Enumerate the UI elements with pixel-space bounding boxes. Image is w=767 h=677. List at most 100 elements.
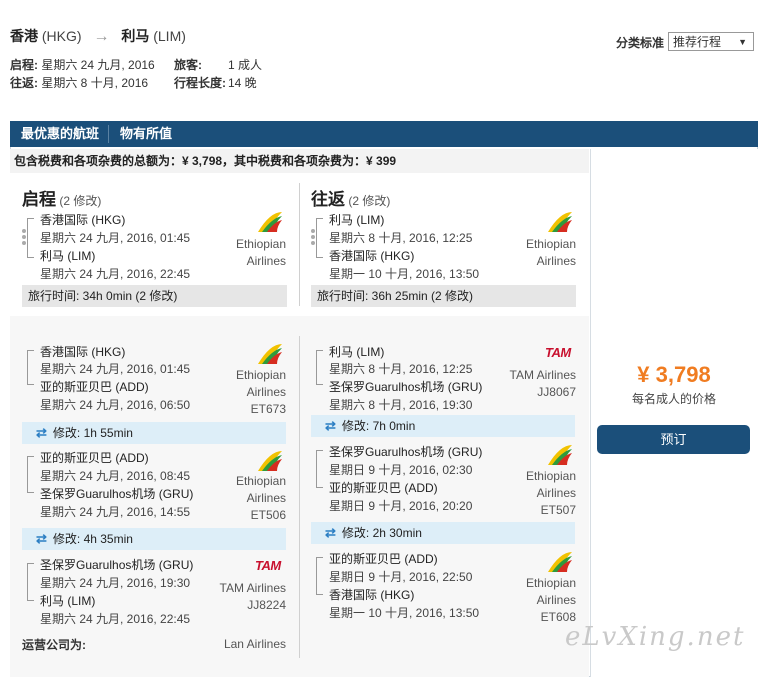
ret-seg2-to: 亚的斯亚贝巴 (ADD) xyxy=(329,481,438,495)
origin-code: (HKG) xyxy=(41,28,82,44)
out-seg3-to: 利马 (LIM) xyxy=(40,594,96,608)
route-connector-icon xyxy=(27,218,34,258)
return-info: 往返: 星期六 8 十月, 2016 xyxy=(10,74,148,91)
ret-seg2-from: 圣保罗Guarulhos机场 (GRU) xyxy=(329,445,483,459)
ret-seg3-airline: Ethiopian Airlines ET608 xyxy=(525,576,576,624)
dest-code: (LIM) xyxy=(153,28,186,44)
origin-city: 香港 xyxy=(10,28,38,44)
summary-outbound-to-time: 星期六 24 九月, 2016, 22:45 xyxy=(40,267,191,281)
out-seg2-arr: 星期六 24 九月, 2016, 14:55 xyxy=(40,505,191,519)
ret-layover-1: ⇄ 修改: 7h 0min xyxy=(311,415,575,437)
tab-bar: 最优惠的航班 物有所值 xyxy=(10,121,758,147)
details-divider xyxy=(299,336,300,658)
ret-seg1-dep: 星期六 8 十月, 2016, 12:25 xyxy=(329,362,473,376)
price-summary: 包含税费和各项杂费的总额为：¥ 3,798，其中税费和各项杂费为：¥ 399 xyxy=(10,149,589,173)
out-seg1-airline: Ethiopian Airlines ET673 xyxy=(235,368,286,416)
summary-outbound-title: 启程 xyxy=(22,190,56,209)
route-title: 香港 (HKG) → 利马 (LIM) xyxy=(10,26,186,46)
summary-outbound-to: 利马 (LIM) xyxy=(40,249,96,263)
out-seg3-dep: 星期六 24 九月, 2016, 19:30 xyxy=(40,576,191,590)
trip-length-label: 行程长度: xyxy=(174,76,226,90)
out-seg2-dep: 星期六 24 九月, 2016, 08:45 xyxy=(40,469,191,483)
ethiopian-logo-icon xyxy=(546,443,574,470)
sort-select-value: 推荐行程 xyxy=(673,35,722,49)
summary-return-airline: Ethiopian Airlines xyxy=(525,237,576,268)
segment-connector-icon xyxy=(27,456,34,493)
chevron-down-icon: ▼ xyxy=(738,37,747,47)
tam-logo-icon: TAM xyxy=(545,345,571,360)
book-button[interactable]: 预订 xyxy=(597,425,750,454)
ethiopian-logo-icon xyxy=(546,210,574,237)
ret-seg1-arr: 星期六 8 十月, 2016, 19:30 xyxy=(329,398,473,412)
route-arrow-icon: → xyxy=(93,28,110,45)
out-seg1-arr: 星期六 24 九月, 2016, 06:50 xyxy=(40,398,191,412)
ret-seg1-to: 圣保罗Guarulhos机场 (GRU) xyxy=(329,380,483,394)
segment-connector-icon xyxy=(316,450,323,488)
out-seg2-to: 圣保罗Guarulhos机场 (GRU) xyxy=(40,487,194,501)
summary-outbound-stops: (2 修改) xyxy=(59,194,102,208)
out-seg2-from: 亚的斯亚贝巴 (ADD) xyxy=(40,451,149,465)
out-layover-1: ⇄ 修改: 1h 55min xyxy=(22,422,286,444)
sort-select[interactable]: 推荐行程 ▼ xyxy=(668,32,754,51)
trip-length-value: 14 晚 xyxy=(228,76,257,90)
tab-cheapest[interactable]: 最优惠的航班 xyxy=(21,121,99,147)
ret-seg3-arr: 星期一 10 十月, 2016, 13:50 xyxy=(329,606,480,620)
ethiopian-logo-icon xyxy=(546,550,574,577)
depart-info: 启程: 星期六 24 九月, 2016 xyxy=(10,56,155,73)
summary-return-heading: 往返 (2 修改) xyxy=(311,185,390,210)
ret-seg3-dep: 星期日 9 十月, 2016, 22:50 xyxy=(329,570,473,584)
stops-dots-icon xyxy=(22,229,26,247)
change-icon: ⇄ xyxy=(325,525,336,540)
summary-return-title: 往返 xyxy=(311,190,345,209)
operated-by-label: 运营公司为: xyxy=(22,638,86,652)
ethiopian-logo-icon xyxy=(256,210,284,237)
operated-by-value: Lan Airlines xyxy=(223,637,286,651)
summary-return-to: 香港国际 (HKG) xyxy=(329,249,415,263)
depart-date: 星期六 24 九月, 2016 xyxy=(41,58,155,72)
segment-connector-icon xyxy=(27,350,34,385)
change-icon: ⇄ xyxy=(325,418,336,433)
out-seg3-airline: TAM Airlines JJ8224 xyxy=(219,581,286,612)
summary-outbound-airline: Ethiopian Airlines xyxy=(235,237,286,268)
ret-seg1-airline: TAM Airlines JJ8067 xyxy=(509,368,576,399)
total-price: ¥ 3,798 xyxy=(637,362,711,387)
summary-return-to-time: 星期一 10 十月, 2016, 13:50 xyxy=(329,267,480,281)
tab-best-value[interactable]: 物有所值 xyxy=(120,121,172,147)
passengers-label: 旅客: xyxy=(174,58,202,72)
out-seg3-arr: 星期六 24 九月, 2016, 22:45 xyxy=(40,612,191,626)
out-seg1-to: 亚的斯亚贝巴 (ADD) xyxy=(40,380,149,394)
tam-logo-icon: TAM xyxy=(255,558,281,573)
return-date: 星期六 8 十月, 2016 xyxy=(41,76,149,90)
segment-connector-icon xyxy=(316,557,323,595)
segment-connector-icon xyxy=(27,563,34,601)
out-seg3-from: 圣保罗Guarulhos机场 (GRU) xyxy=(40,558,194,572)
ret-seg1-from: 利马 (LIM) xyxy=(329,345,385,359)
ethiopian-logo-icon xyxy=(256,342,284,369)
summary-return-from-time: 星期六 8 十月, 2016, 12:25 xyxy=(329,231,473,245)
change-icon: ⇄ xyxy=(36,425,47,440)
summary-return-from: 利马 (LIM) xyxy=(329,213,385,227)
summary-outbound-heading: 启程 (2 修改) xyxy=(22,185,101,210)
segment-connector-icon xyxy=(316,350,323,385)
ret-seg3-from: 亚的斯亚贝巴 (ADD) xyxy=(329,552,438,566)
summary-return-stops: (2 修改) xyxy=(348,194,391,208)
summary-outbound-duration: 旅行时间: 34h 0min (2 修改) xyxy=(22,285,287,307)
tab-divider xyxy=(108,125,109,143)
ethiopian-logo-icon xyxy=(256,449,284,476)
out-seg1-dep: 星期六 24 九月, 2016, 01:45 xyxy=(40,362,191,376)
summary-outbound-from: 香港国际 (HKG) xyxy=(40,213,126,227)
depart-label: 启程: xyxy=(10,58,38,72)
route-connector-icon xyxy=(316,218,323,258)
out-layover-2: ⇄ 修改: 4h 35min xyxy=(22,528,286,550)
ret-seg2-dep: 星期日 9 十月, 2016, 02:30 xyxy=(329,463,473,477)
ret-seg3-to: 香港国际 (HKG) xyxy=(329,588,415,602)
sort-label: 分类标准 xyxy=(616,36,665,50)
per-adult-label: 每名成人的价格 xyxy=(631,392,716,406)
out-seg2-airline: Ethiopian Airlines ET506 xyxy=(235,474,286,522)
stops-dots-icon xyxy=(311,229,315,247)
ret-layover-2: ⇄ 修改: 2h 30min xyxy=(311,522,575,544)
price-panel xyxy=(590,149,759,677)
summary-outbound-from-time: 星期六 24 九月, 2016, 01:45 xyxy=(40,231,191,245)
change-icon: ⇄ xyxy=(36,531,47,546)
out-seg1-from: 香港国际 (HKG) xyxy=(40,345,126,359)
